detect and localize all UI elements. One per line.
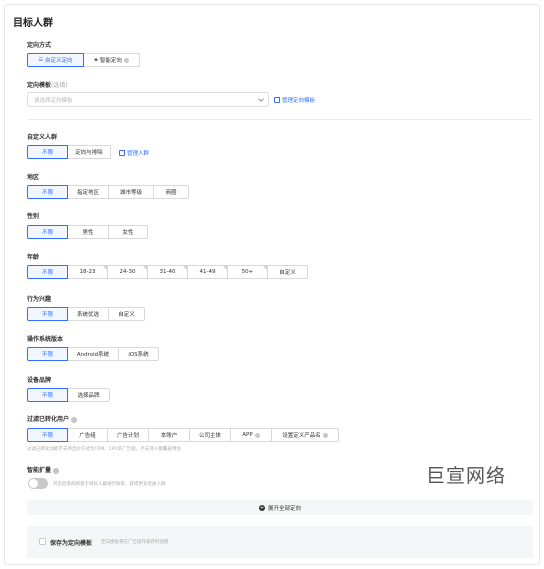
filter-option-ad-plan[interactable]: 广告计划 [107, 428, 149, 442]
region-label: 地区 [27, 174, 40, 181]
custom-targeting-button[interactable]: ☰ 自定义定向 [27, 53, 84, 67]
region-option-city-level[interactable]: 城市等级 [108, 185, 154, 199]
behavior-option-custom[interactable]: 自定义 [108, 307, 145, 321]
device-brand-label: 设备品牌 [27, 377, 52, 384]
custom-audience-label: 自定义人群 [27, 134, 58, 141]
behavior-label: 行为兴趣 [27, 296, 52, 303]
external-link-icon [274, 97, 280, 103]
help-icon [53, 467, 60, 474]
gender-group: 不限 男性 女性 [27, 225, 148, 239]
gender-option-male[interactable]: 男性 [67, 225, 109, 239]
targeting-mode-label: 定向方式 [27, 42, 52, 49]
age-option-18-23[interactable]: 18-23 [67, 265, 108, 279]
age-option-24-30[interactable]: 24-30 [107, 265, 148, 279]
manage-template-link[interactable]: 管理定向模板 [274, 96, 315, 104]
save-template-checkbox[interactable] [39, 538, 46, 545]
filter-converted-note: 过滤已转化功能不支持出价方式为CPM、CPC的广告组，不支持人群覆盖预估 [27, 447, 181, 452]
chevron-down-icon [258, 96, 264, 102]
help-icon [322, 432, 328, 438]
age-group: 不限 18-23 24-30 31-40 41-49 50+ 自定义 [27, 265, 308, 279]
divider [27, 119, 533, 120]
gender-option-unlimited[interactable]: 不限 [27, 225, 68, 239]
device-brand-group: 不限 选择品牌 [27, 388, 110, 402]
manage-audience-link[interactable]: 管理人群 [119, 149, 149, 157]
behavior-group: 不限 系统优选 自定义 [27, 307, 145, 321]
eye-icon: ◈ [94, 57, 98, 63]
targeting-mode-group: ☰ 自定义定向 ◈ 智能定向 [27, 53, 140, 67]
custom-audience-option-include-exclude[interactable]: 定向与排除 [67, 145, 111, 159]
device-brand-option-unlimited[interactable]: 不限 [27, 388, 68, 402]
os-option-android[interactable]: Android系统 [67, 347, 119, 361]
os-label: 操作系统版本 [27, 336, 64, 343]
os-option-ios[interactable]: iOS系统 [118, 347, 159, 361]
filter-option-ad-group[interactable]: 广告组 [67, 428, 108, 442]
gender-label: 性别 [27, 213, 40, 220]
template-label: 定向模板(选填) [27, 82, 68, 89]
expand-all-targeting-button[interactable]: + 展开全部定向 [27, 500, 533, 515]
device-brand-option-select[interactable]: 选择品牌 [67, 388, 110, 402]
region-option-specified[interactable]: 指定地区 [67, 185, 109, 199]
age-option-50-plus[interactable]: 50+ [227, 265, 268, 279]
smart-expand-toggle[interactable] [28, 478, 48, 489]
age-label: 年龄 [27, 254, 40, 261]
age-option-41-49[interactable]: 41-49 [187, 265, 228, 279]
save-template-label[interactable]: 保存为定向模板 [50, 538, 92, 547]
help-icon [123, 57, 129, 63]
custom-audience-group: 不限 定向与排除 [27, 145, 111, 159]
external-link-icon [119, 150, 125, 156]
region-option-unlimited[interactable]: 不限 [27, 185, 68, 199]
filter-option-app[interactable]: APP [230, 428, 272, 442]
filter-converted-label: 过滤已转化用户 [27, 414, 78, 423]
page-title: 目标人群 [13, 18, 53, 29]
help-icon [254, 432, 260, 438]
custom-audience-option-unlimited[interactable]: 不限 [27, 145, 68, 159]
behavior-option-unlimited[interactable]: 不限 [27, 307, 68, 321]
age-option-31-40[interactable]: 31-40 [147, 265, 188, 279]
smart-targeting-button[interactable]: ◈ 智能定向 [83, 53, 140, 67]
age-option-custom[interactable]: 自定义 [267, 265, 308, 279]
region-option-business-district[interactable]: 商圈 [153, 185, 189, 199]
smart-expand-description: 开启后系统将基于目标人群进行探索，获得更多优质人群 [53, 482, 166, 487]
behavior-option-system[interactable]: 系统优选 [67, 307, 109, 321]
os-group: 不限 Android系统 iOS系统 [27, 347, 159, 361]
help-icon [71, 416, 78, 423]
watermark: 巨宣网络 [426, 465, 507, 487]
save-template-bar: 保存为定向模板 定向模板将在广告操作保存时创建 [27, 526, 533, 558]
filter-option-company[interactable]: 公司主体 [189, 428, 231, 442]
filter-option-unlimited[interactable]: 不限 [27, 428, 68, 442]
filter-option-product-name[interactable]: 设置定义产品名 [271, 428, 339, 442]
age-option-unlimited[interactable]: 不限 [27, 265, 68, 279]
smart-expand-label: 智能扩量 [27, 465, 60, 474]
plus-circle-icon: + [258, 504, 265, 511]
save-template-hint: 定向模板将在广告操作保存时创建 [101, 540, 169, 545]
filter-option-account[interactable]: 本账户 [148, 428, 190, 442]
template-select[interactable]: 请选择定向模板 [27, 92, 269, 107]
filter-converted-group: 不限 广告组 广告计划 本账户 公司主体 APP 设置定义产品名 [27, 428, 339, 442]
os-option-unlimited[interactable]: 不限 [27, 347, 68, 361]
region-group: 不限 指定地区 城市等级 商圈 [27, 185, 189, 199]
gender-option-female[interactable]: 女性 [108, 225, 148, 239]
sliders-icon: ☰ [38, 57, 43, 63]
